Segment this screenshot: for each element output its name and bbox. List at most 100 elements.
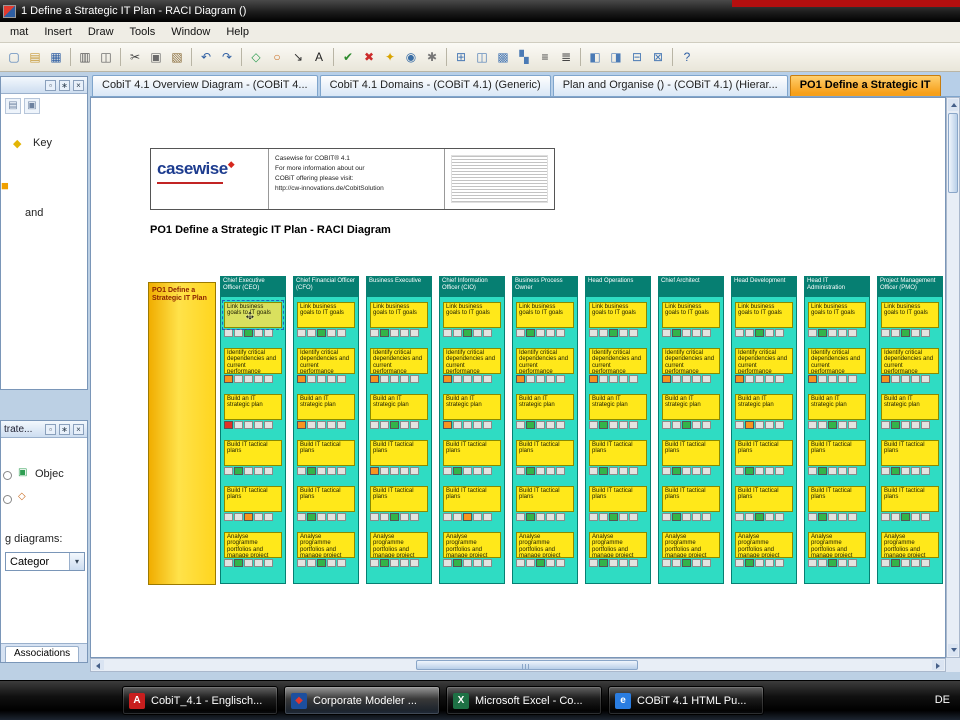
activity-box[interactable]: Build IT tactical plans [516,486,574,512]
raci-column[interactable]: Business Executive Link business goals to… [366,276,432,584]
scroll-right-arrow[interactable] [932,660,944,670]
activity-box[interactable]: Identify critical dependencies and curre… [881,348,939,374]
scroll-left-arrow[interactable] [92,660,104,670]
activity-box[interactable]: Identify critical dependencies and curre… [370,348,428,374]
activity-box[interactable]: Build an IT strategic plan [516,394,574,420]
menu-item-tools[interactable]: Tools [122,23,164,41]
layout-icon[interactable]: ◫ [472,47,492,67]
activity-box[interactable]: Build an IT strategic plan [735,394,793,420]
logo-link[interactable]: http://cw-innovations.de/CobitSolution [275,184,438,194]
activity-box[interactable]: Build IT tactical plans [370,440,428,466]
activity-box[interactable]: Build IT tactical plans [881,486,939,512]
activity-box[interactable]: Build IT tactical plans [297,486,355,512]
open-icon[interactable]: ▤ [25,47,45,67]
activity-box[interactable]: Link business goals to IT goals ↔ ↕ [222,300,284,330]
activity-box[interactable]: Build an IT strategic plan [370,394,428,420]
save-icon[interactable]: ▦ [46,47,66,67]
taskbar-button-3[interactable]: X Microsoft Excel - Co... [446,686,602,715]
undo-icon[interactable]: ↶ [196,47,216,67]
activity-box[interactable]: Identify critical dependencies and curre… [808,348,866,374]
taskbar-button-1[interactable]: A CobiT_4.1 - Englisch... [122,686,278,715]
activity-box[interactable]: Link business goals to IT goals [808,302,866,328]
activity-box[interactable]: Build an IT strategic plan [224,394,282,420]
vertical-scrollbar[interactable] [946,97,960,658]
activity-box[interactable]: Build IT tactical plans [297,440,355,466]
raci-column[interactable]: Chief Financial Officer (CFO) Link busine… [293,276,359,584]
panel-float-button[interactable]: ▫ [45,79,56,91]
scroll-up-arrow[interactable] [948,99,958,111]
text-tool-icon[interactable]: A [309,47,329,67]
ungroup-icon[interactable]: ⊠ [648,47,668,67]
activity-box[interactable]: Analyse programme portfolios and manage … [735,532,793,558]
activity-box[interactable]: Build IT tactical plans [808,440,866,466]
activity-box[interactable]: Build an IT strategic plan [589,394,647,420]
palette-item-key-label[interactable]: Key [33,137,52,149]
print-preview-icon[interactable]: ◫ [96,47,116,67]
activity-box[interactable]: Analyse programme portfolios and manage … [808,532,866,558]
activity-box[interactable]: Build IT tactical plans [443,440,501,466]
raci-column[interactable]: Chief Executive Officer (CEO) Link busine… [220,276,286,584]
activity-box[interactable]: Link business goals to IT goals [881,302,939,328]
raci-column[interactable]: Project Management Officer (PMO) Link bus… [877,276,943,584]
activity-box[interactable]: Build IT tactical plans [662,486,720,512]
activity-box[interactable]: Analyse programme portfolios and manage … [297,532,355,558]
activity-box[interactable]: Link business goals to IT goals [297,302,355,328]
layers-icon[interactable]: ≣ [556,47,576,67]
raci-column[interactable]: Head IT Administration Link business goal… [804,276,870,584]
favorite-icon[interactable]: ✦ [380,47,400,67]
panel-close-button[interactable]: × [73,79,84,91]
menu-item-help[interactable]: Help [218,23,257,41]
help-icon[interactable]: ? [677,47,697,67]
activity-box[interactable]: Build IT tactical plans [370,486,428,512]
print-icon[interactable]: ▥ [75,47,95,67]
palette-tool-icon-1[interactable]: ▤ [5,98,21,114]
connector-tool-icon[interactable]: ↘ [288,47,308,67]
category-dropdown[interactable]: Categor ▾ [5,552,85,571]
raci-column[interactable]: Business Process Owner Link business goal… [512,276,578,584]
activity-box[interactable]: Build IT tactical plans [589,440,647,466]
bring-front-icon[interactable]: ◧ [585,47,605,67]
chevron-down-icon[interactable]: ▾ [69,553,84,570]
raci-column[interactable]: Chief Information Officer (CIO) Link busi… [439,276,505,584]
activity-box[interactable]: Build an IT strategic plan [662,394,720,420]
menu-item-window[interactable]: Window [163,23,218,41]
activity-box[interactable]: Build IT tactical plans [443,486,501,512]
menu-item-mat[interactable]: mat [2,23,36,41]
activity-box[interactable]: Build IT tactical plans [735,440,793,466]
spellcheck-icon[interactable]: ✔ [338,47,358,67]
activity-box[interactable]: Build an IT strategic plan [297,394,355,420]
raci-column[interactable]: Head Development Link business goals to I… [731,276,797,584]
align-icon[interactable]: ≡ [535,47,555,67]
document-tab-4[interactable]: PO1 Define a Strategic IT [789,75,941,96]
activity-box[interactable]: Build an IT strategic plan [808,394,866,420]
activity-box[interactable]: Link business goals to IT goals [589,302,647,328]
activity-box[interactable]: Link business goals to IT goals [370,302,428,328]
activity-box[interactable]: Identify critical dependencies and curre… [297,348,355,374]
panel-pin-button[interactable]: ∗ [59,423,70,435]
new-icon[interactable]: ▢ [4,47,24,67]
panel-close-button[interactable]: × [73,423,84,435]
activity-box[interactable]: Identify critical dependencies and curre… [516,348,574,374]
title-bar[interactable]: 1 Define a Strategic IT Plan - RACI Diag… [0,0,960,22]
activity-box[interactable]: Link business goals to IT goals [443,302,501,328]
horizontal-scrollbar[interactable] [90,658,946,672]
language-indicator[interactable]: DE [935,694,950,706]
horizontal-scroll-thumb[interactable] [415,660,638,670]
activity-box[interactable]: Link business goals to IT goals [662,302,720,328]
activity-box[interactable]: Analyse programme portfolios and manage … [881,532,939,558]
document-tab-3[interactable]: Plan and Organise () - (COBiT 4.1) (Hier… [552,75,788,96]
settings-gear-icon[interactable]: ✱ [422,47,442,67]
menu-item-draw[interactable]: Draw [80,23,122,41]
delete-icon[interactable]: ✖ [359,47,379,67]
raci-column[interactable]: Head Operations Link business goals to IT… [585,276,651,584]
taskbar-button-4[interactable]: e COBiT 4.1 HTML Pu... [608,686,764,715]
palette-tool-icon-2[interactable]: ▣ [24,98,40,114]
shape-swatch-icon[interactable]: ■ [1,178,9,193]
redo-icon[interactable]: ↷ [217,47,237,67]
raci-column[interactable]: Chief Architect Link business goals to IT… [658,276,724,584]
document-tab-1[interactable]: CobiT 4.1 Overview Diagram - (COBiT 4... [92,75,318,96]
activity-box[interactable]: Analyse programme portfolios and manage … [516,532,574,558]
activity-box[interactable]: Analyse programme portfolios and manage … [224,532,282,558]
cascade-windows-icon[interactable]: ▩ [493,47,513,67]
vertical-scroll-thumb[interactable] [948,113,958,193]
